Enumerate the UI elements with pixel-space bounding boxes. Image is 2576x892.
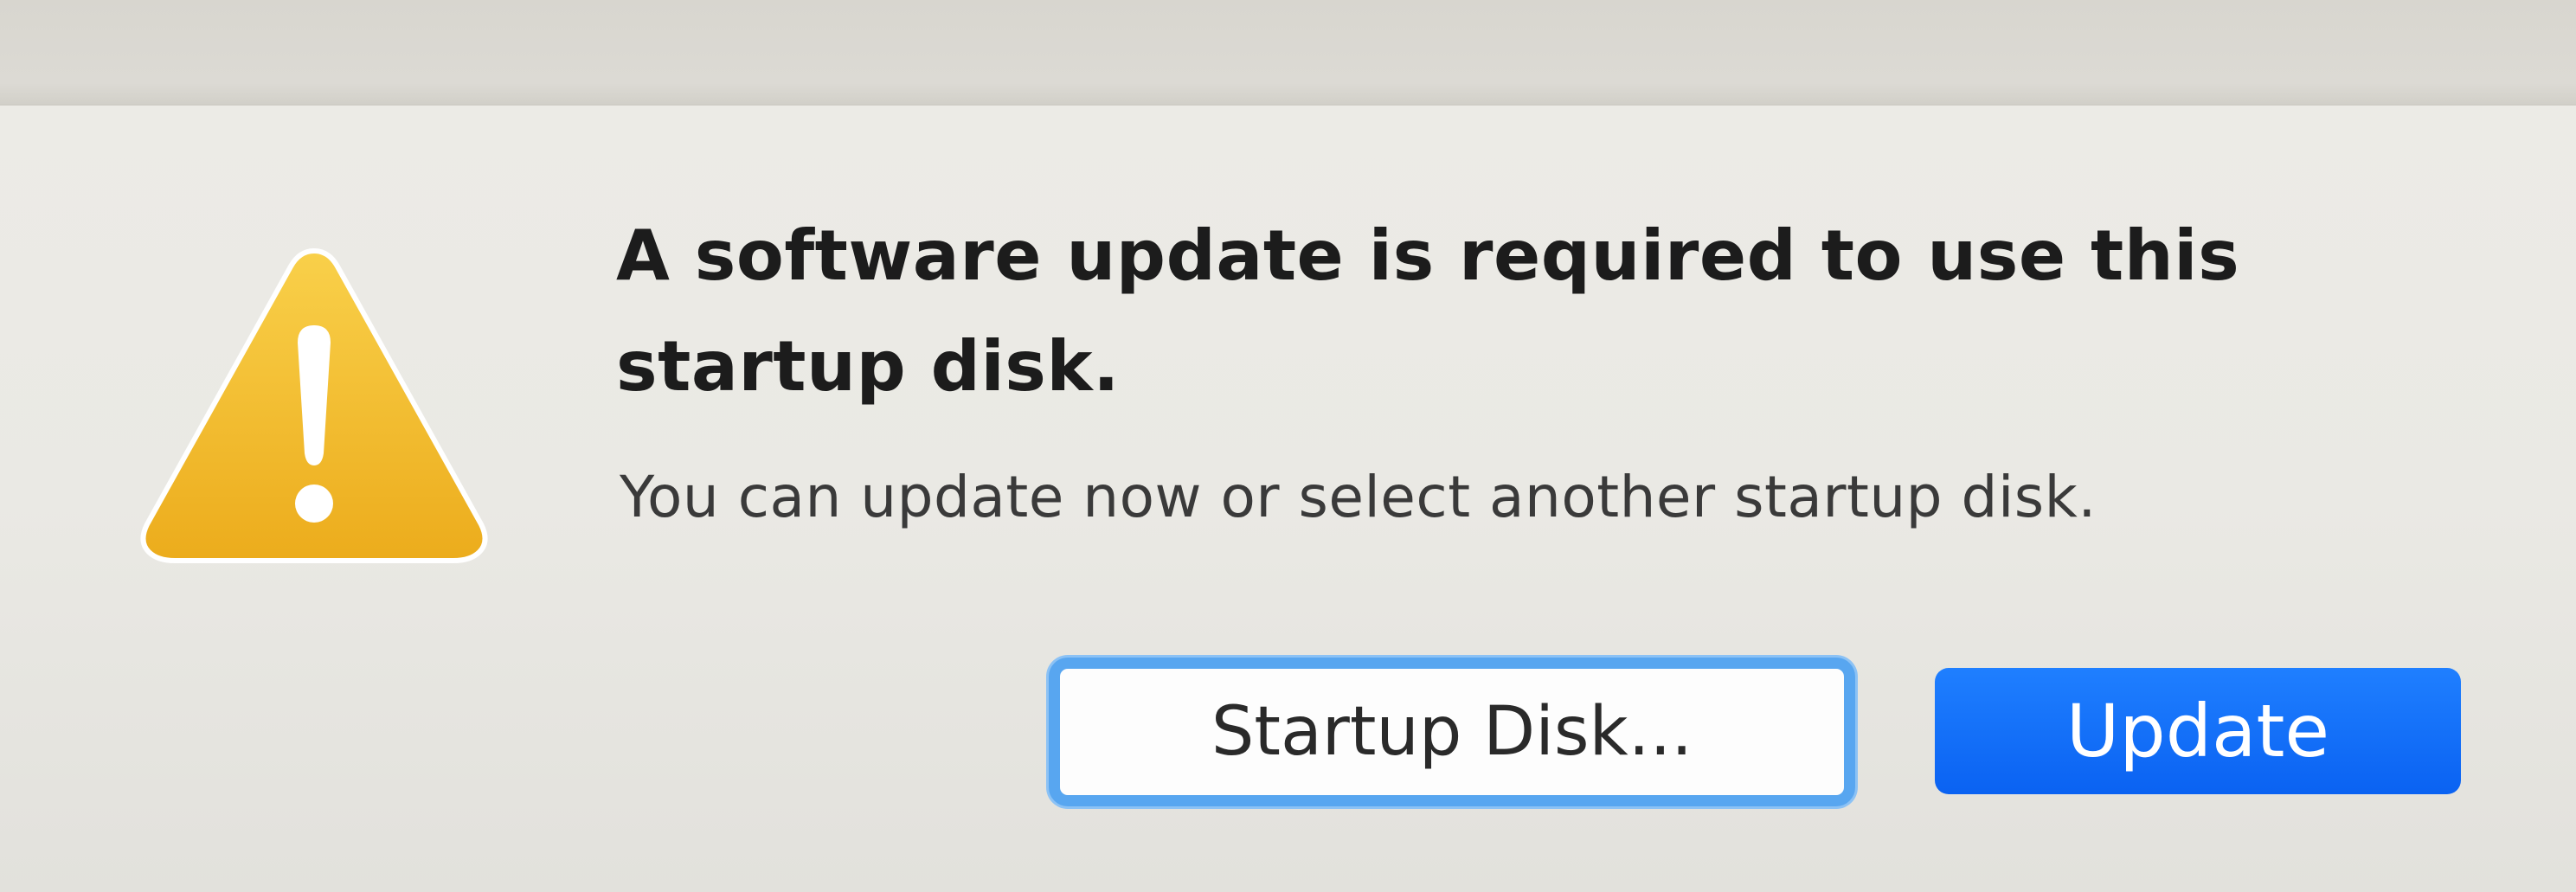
dialog-title-line-2: startup disk.	[616, 326, 1121, 407]
dialog-title-line-1: A software update is required to use thi…	[616, 215, 2240, 296]
background-window	[0, 0, 2576, 104]
update-button[interactable]: Update	[1935, 668, 2461, 794]
dialog-message: You can update now or select another sta…	[620, 464, 2097, 530]
warning-triangle-icon	[140, 247, 488, 563]
dialog-title: A software update is required to use thi…	[616, 201, 2347, 422]
startup-disk-button[interactable]: Startup Disk...	[1049, 658, 1855, 806]
